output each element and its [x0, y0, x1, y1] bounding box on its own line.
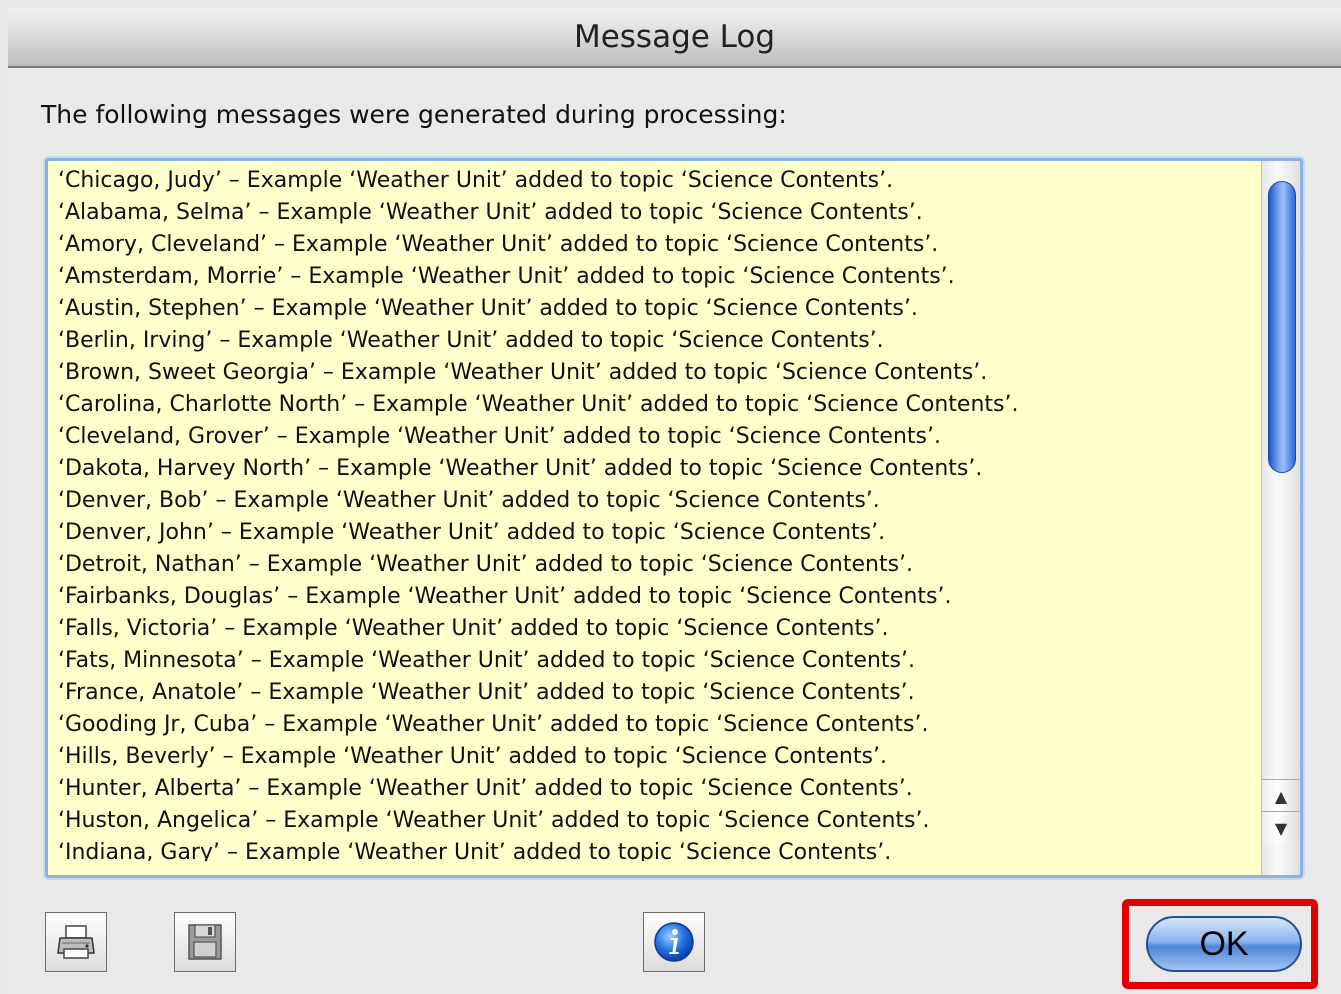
log-line: ‘Fats, Minnesota’ – Example ‘Weather Uni…: [58, 648, 915, 673]
log-line: ‘Hills, Beverly’ – Example ‘Weather Unit…: [58, 744, 887, 769]
info-button[interactable]: [643, 912, 705, 972]
log-line: ‘Indiana, Gary’ – Example ‘Weather Unit’…: [58, 840, 892, 861]
title-bar[interactable]: Message Log: [8, 8, 1341, 68]
log-line: ‘Carolina, Charlotte North’ – Example ‘W…: [58, 392, 1019, 417]
info-icon: [654, 922, 694, 962]
message-log-list[interactable]: ‘Chicago, Judy’ – Example ‘Weather Unit’…: [45, 158, 1303, 878]
log-line: ‘Berlin, Irving’ – Example ‘Weather Unit…: [58, 328, 884, 353]
log-line: ‘Denver, John’ – Example ‘Weather Unit’ …: [58, 520, 886, 545]
log-line: ‘Fairbanks, Douglas’ – Example ‘Weather …: [58, 584, 952, 609]
ok-button[interactable]: OK: [1146, 916, 1302, 972]
window-title: Message Log: [573, 19, 776, 55]
message-log-window: Message Log The following messages were …: [8, 8, 1341, 994]
log-line: ‘Hunter, Alberta’ – Example ‘Weather Uni…: [58, 776, 913, 801]
scroll-up-arrow-icon[interactable]: ▲: [1262, 779, 1300, 812]
log-line: ‘Chicago, Judy’ – Example ‘Weather Unit’…: [58, 168, 894, 193]
scroll-down-arrow-icon[interactable]: ▼: [1262, 811, 1300, 844]
floppy-disk-icon: [188, 924, 222, 960]
log-line: ‘Denver, Bob’ – Example ‘Weather Unit’ a…: [58, 488, 880, 513]
log-line: ‘Huston, Angelica’ – Example ‘Weather Un…: [58, 808, 930, 833]
log-line: ‘Dakota, Harvey North’ – Example ‘Weathe…: [58, 456, 983, 481]
print-button[interactable]: [45, 912, 107, 972]
scrollbar-thumb[interactable]: [1268, 181, 1296, 473]
log-line: ‘Brown, Sweet Georgia’ – Example ‘Weathe…: [58, 360, 988, 385]
log-line: ‘Amory, Cleveland’ – Example ‘Weather Un…: [58, 232, 939, 257]
log-line: ‘Cleveland, Grover’ – Example ‘Weather U…: [58, 424, 941, 449]
log-lines: ‘Chicago, Judy’ – Example ‘Weather Unit’…: [58, 165, 1258, 861]
log-line: ‘Alabama, Selma’ – Example ‘Weather Unit…: [58, 200, 923, 225]
log-line: ‘Falls, Victoria’ – Example ‘Weather Uni…: [58, 616, 889, 641]
log-line: ‘Detroit, Nathan’ – Example ‘Weather Uni…: [58, 552, 914, 577]
prompt-text: The following messages were generated du…: [41, 100, 787, 129]
log-line: ‘Amsterdam, Morrie’ – Example ‘Weather U…: [58, 264, 955, 289]
log-line: ‘France, Anatole’ – Example ‘Weather Uni…: [58, 680, 915, 705]
vertical-scrollbar[interactable]: ▲ ▼: [1261, 161, 1300, 875]
log-line: ‘Gooding Jr, Cuba’ – Example ‘Weather Un…: [58, 712, 929, 737]
save-button[interactable]: [174, 912, 236, 972]
printer-icon: [57, 925, 95, 959]
log-line: ‘Austin, Stephen’ – Example ‘Weather Uni…: [58, 296, 918, 321]
